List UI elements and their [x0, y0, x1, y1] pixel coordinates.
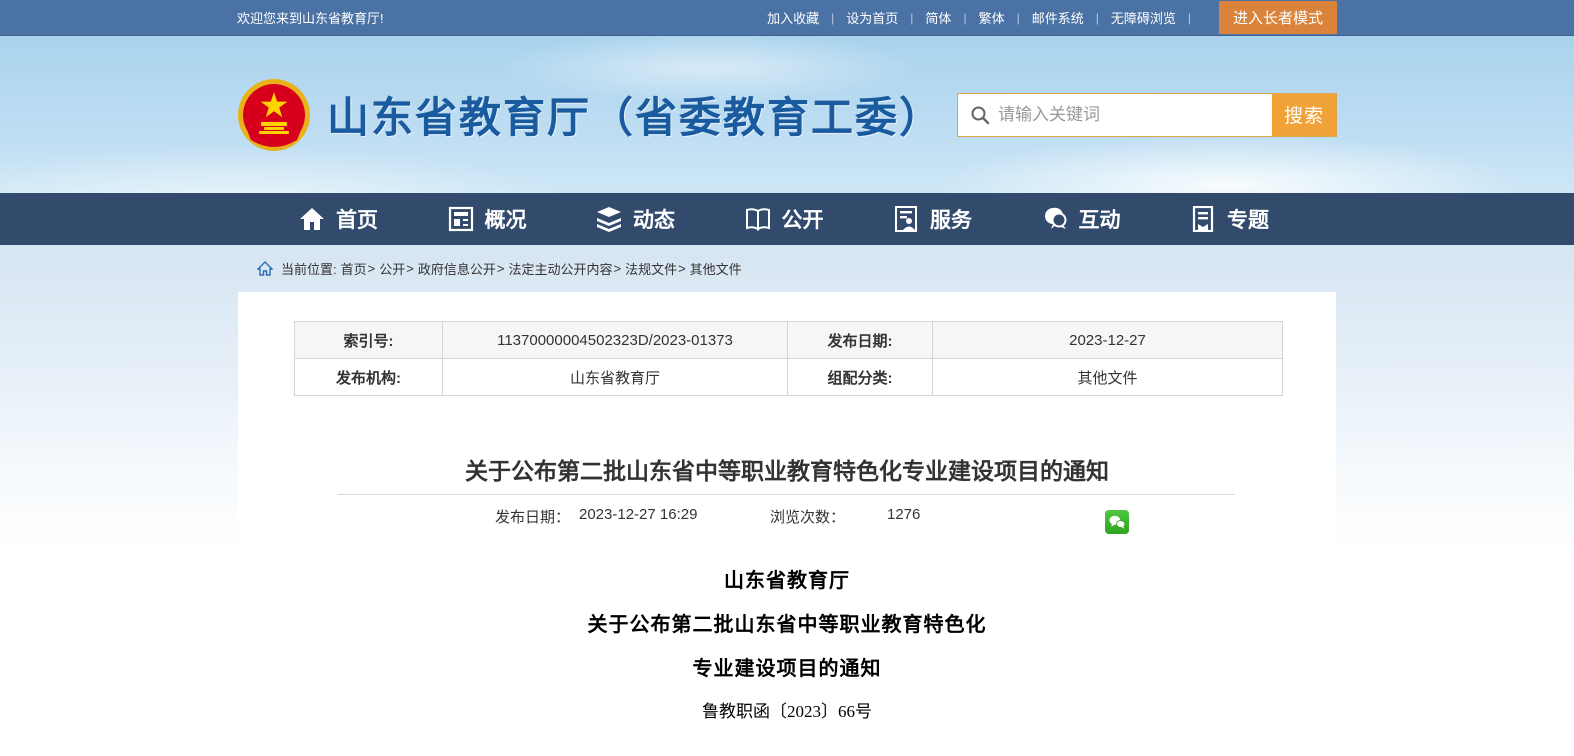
- meta-value-index-no: 11370000004502323D/2023-01373: [443, 322, 788, 359]
- interaction-icon: [1042, 206, 1068, 232]
- divider: |: [1017, 11, 1020, 25]
- breadcrumb-separator: >: [368, 261, 376, 276]
- document-number: 鲁教职函〔2023〕66号: [238, 697, 1336, 722]
- title-divider: [338, 494, 1235, 495]
- breadcrumb-link-regulations[interactable]: 法规文件: [625, 262, 677, 277]
- open-book-icon: [745, 206, 771, 232]
- elder-mode-button[interactable]: 进入长者模式: [1219, 1, 1337, 34]
- news-icon: [596, 206, 622, 232]
- search-input[interactable]: [990, 94, 1272, 136]
- link-add-favorite[interactable]: 加入收藏: [765, 8, 821, 27]
- breadcrumb-separator: >: [406, 261, 414, 276]
- nav-item-news[interactable]: 动态: [596, 204, 675, 234]
- search-box: 搜索: [957, 93, 1337, 137]
- breadcrumb-link-home[interactable]: 首页: [341, 262, 367, 277]
- site-title: 山东省教育厅（省委教育工委）: [327, 84, 943, 145]
- meta-label-category: 组配分类:: [788, 359, 933, 396]
- article-card: 索引号: 11370000004502323D/2023-01373 发布日期:…: [238, 292, 1336, 756]
- body-line-agency: 山东省教育厅: [238, 564, 1336, 593]
- table-row: 发布机构: 山东省教育厅 组配分类: 其他文件: [295, 359, 1283, 396]
- meta-value-publisher: 山东省教育厅: [443, 359, 788, 396]
- breadcrumb-separator: >: [613, 261, 621, 276]
- link-accessibility[interactable]: 无障碍浏览: [1109, 8, 1178, 27]
- divider: |: [910, 11, 913, 25]
- top-utility-bar: 欢迎您来到山东省教育厅! 加入收藏 | 设为首页 | 简体 | 繁体 | 邮件系…: [0, 0, 1574, 36]
- nav-item-topics[interactable]: 专题: [1190, 204, 1269, 234]
- document-meta-table: 索引号: 11370000004502323D/2023-01373 发布日期:…: [294, 321, 1283, 396]
- table-row: 索引号: 11370000004502323D/2023-01373 发布日期:…: [295, 322, 1283, 359]
- topic-icon: [1190, 206, 1216, 232]
- search-button[interactable]: 搜索: [1272, 94, 1336, 136]
- article-meta-row: 发布日期： 2023-12-27 16:29 浏览次数： 1276 ★: [238, 502, 1336, 532]
- breadcrumb-prefix: 当前位置:: [281, 259, 337, 278]
- breadcrumb-link-statutory[interactable]: 法定主动公开内容: [508, 262, 612, 277]
- divider: |: [1096, 11, 1099, 25]
- article-title: 关于公布第二批山东省中等职业教育特色化专业建设项目的通知: [238, 452, 1336, 486]
- welcome-text: 欢迎您来到山东省教育厅!: [237, 8, 384, 27]
- wechat-share-icon[interactable]: [1105, 510, 1129, 534]
- nav-item-services[interactable]: 服务: [893, 204, 972, 234]
- publish-date-value: 2023-12-27 16:29: [579, 506, 697, 523]
- nav-item-home[interactable]: 首页: [299, 204, 378, 234]
- link-traditional-chinese[interactable]: 繁体: [977, 8, 1007, 27]
- nav-item-overview[interactable]: 概况: [448, 204, 527, 234]
- nav-item-interaction[interactable]: 互动: [1042, 204, 1121, 234]
- breadcrumb-home-icon: [257, 261, 273, 277]
- meta-label-publisher: 发布机构:: [295, 359, 443, 396]
- nav-item-disclosure[interactable]: 公开: [745, 204, 824, 234]
- search-icon: [970, 105, 990, 125]
- breadcrumb-link-other-docs[interactable]: 其他文件: [690, 262, 742, 277]
- divider: |: [963, 11, 966, 25]
- site-header: 山东省教育厅（省委教育工委） 搜索: [0, 36, 1574, 193]
- body-line-title-part2: 专业建设项目的通知: [238, 652, 1336, 681]
- top-links: 加入收藏 | 设为首页 | 简体 | 繁体 | 邮件系统 | 无障碍浏览 | 进…: [765, 0, 1337, 36]
- home-icon: [299, 206, 325, 232]
- meta-label-publish-date: 发布日期:: [788, 322, 933, 359]
- divider: |: [1188, 11, 1191, 25]
- publish-date-label: 发布日期：: [495, 506, 570, 527]
- meta-value-publish-date: 2023-12-27: [933, 322, 1283, 359]
- breadcrumb: 当前位置: 首页 > 公开 > 政府信息公开 > 法定主动公开内容 > 法规文件…: [237, 245, 1337, 292]
- view-count-label: 浏览次数：: [770, 506, 845, 527]
- link-simplified-chinese[interactable]: 简体: [923, 8, 953, 27]
- breadcrumb-separator: >: [497, 261, 505, 276]
- overview-icon: [448, 206, 474, 232]
- breadcrumb-separator: >: [678, 261, 686, 276]
- service-icon: [893, 206, 919, 232]
- meta-label-index-no: 索引号:: [295, 322, 443, 359]
- page-body: 当前位置: 首页 > 公开 > 政府信息公开 > 法定主动公开内容 > 法规文件…: [0, 245, 1574, 756]
- site-brand[interactable]: 山东省教育厅（省委教育工委）: [237, 78, 943, 152]
- national-emblem-logo: [237, 78, 311, 152]
- link-mail-system[interactable]: 邮件系统: [1030, 8, 1086, 27]
- breadcrumb-link-gov-info[interactable]: 政府信息公开: [418, 262, 496, 277]
- breadcrumb-link-disclosure[interactable]: 公开: [379, 262, 405, 277]
- main-navigation: 首页 概况 动态 公开 服务: [0, 193, 1574, 245]
- body-line-title-part1: 关于公布第二批山东省中等职业教育特色化: [238, 608, 1336, 637]
- view-count-value: 1276: [887, 506, 920, 523]
- link-set-homepage[interactable]: 设为首页: [844, 8, 900, 27]
- divider: |: [831, 11, 834, 25]
- meta-value-category: 其他文件: [933, 359, 1283, 396]
